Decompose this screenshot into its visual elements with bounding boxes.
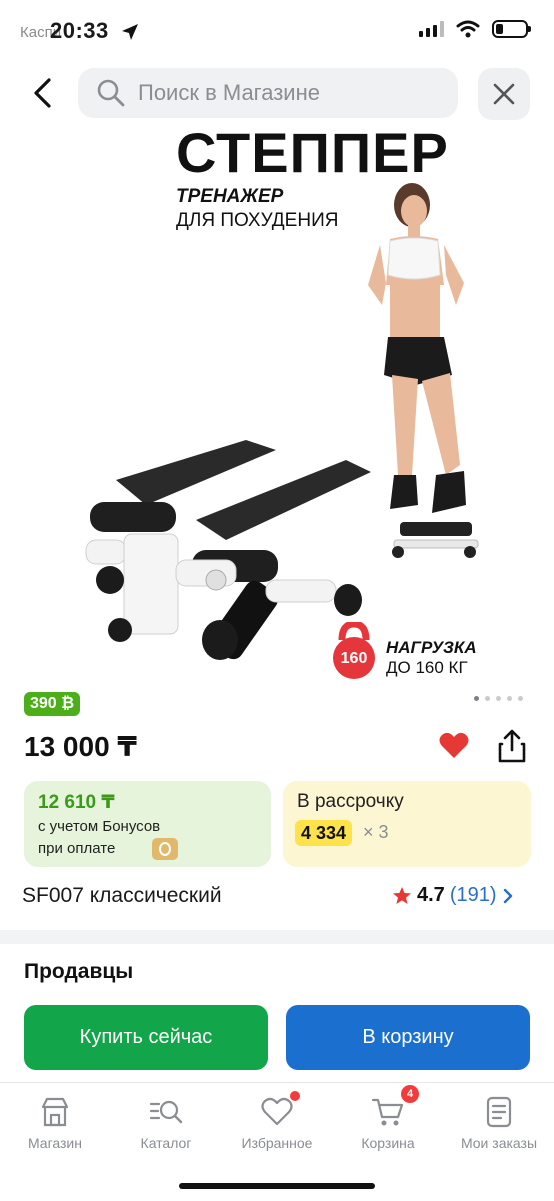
image-subtitle: ДЛЯ ПОХУДЕНИЯ — [176, 210, 339, 231]
location-arrow-icon — [122, 24, 138, 40]
heart-outline-icon — [261, 1097, 293, 1126]
installment-title: В рассрочку — [297, 791, 404, 812]
image-subtitle-bold: ТРЕНАЖЕР — [176, 186, 284, 207]
search-bar[interactable] — [78, 68, 458, 118]
gallery-dot[interactable] — [485, 696, 490, 701]
close-icon — [493, 83, 515, 105]
installment-card[interactable]: В рассрочку 4 334 × 3 — [283, 781, 531, 867]
home-indicator — [179, 1183, 375, 1189]
load-label: НАГРУЗКА — [386, 638, 477, 657]
tab-favorites[interactable]: Избранное — [222, 1091, 332, 1151]
star-icon — [393, 886, 411, 904]
wifi-icon — [456, 20, 480, 38]
product-rating[interactable]: 4.7 (191) — [392, 884, 514, 907]
tab-label: Каталог — [140, 1135, 192, 1151]
back-button[interactable] — [22, 70, 62, 116]
kettlebell-icon: 160 — [330, 620, 378, 680]
tab-label: Корзина — [361, 1135, 415, 1151]
chevron-right-icon — [503, 888, 512, 903]
kettlebell-number: 160 — [340, 650, 368, 667]
gallery-dot[interactable] — [474, 696, 479, 701]
add-to-cart-button[interactable]: В корзину — [286, 1005, 530, 1070]
tab-label: Магазин — [27, 1135, 82, 1151]
gallery-pagination[interactable] — [474, 696, 523, 701]
gallery-dot[interactable] — [507, 696, 512, 701]
search-input[interactable] — [136, 79, 440, 107]
tab-catalog[interactable]: Каталог — [111, 1095, 221, 1151]
small-stepper-illustration — [392, 522, 479, 558]
sellers-heading: Продавцы — [24, 960, 134, 983]
product-image[interactable]: СТЕППЕР ТРЕНАЖЕР ДЛЯ ПОХУДЕНИЯ 160 НАГРУ… — [0, 60, 554, 680]
kaspi-bonus-coin-icon — [152, 838, 178, 860]
reviews-count[interactable]: (191) — [450, 884, 497, 907]
status-icons — [419, 20, 531, 38]
catalog-search-icon — [149, 1100, 183, 1124]
buy-now-button[interactable]: Купить сейчас — [24, 1005, 268, 1070]
favorite-heart-icon[interactable] — [438, 730, 470, 762]
close-button[interactable] — [478, 68, 530, 120]
gallery-dot[interactable] — [496, 696, 501, 701]
cart-count-badge: 4 — [401, 1085, 419, 1103]
status-bar: Каспи 20:33 — [0, 0, 554, 60]
notification-dot — [290, 1091, 300, 1101]
installment-payment: 4 334 — [295, 820, 353, 846]
product-model-name: SF007 классический — [22, 884, 222, 907]
installment-multiplier: × 3 — [363, 822, 389, 842]
bonus-caption-line2: при оплате — [38, 840, 116, 857]
bonus-price: 12 610 ₸ — [38, 792, 115, 813]
bonus-caption-line1: с учетом Бонусов — [38, 818, 161, 835]
product-price: 13 000 ₸ — [24, 731, 137, 762]
bonus-price-card[interactable]: 12 610 ₸ с учетом Бонусов при оплате — [24, 781, 271, 867]
status-time: 20:33 — [50, 18, 109, 43]
orders-icon — [486, 1096, 512, 1128]
share-icon[interactable] — [496, 728, 528, 764]
cart-icon — [371, 1098, 404, 1126]
tab-label: Избранное — [241, 1135, 313, 1151]
battery-icon — [492, 20, 531, 38]
store-icon — [41, 1097, 69, 1127]
tab-label: Мои заказы — [460, 1135, 538, 1151]
chevron-left-icon — [34, 78, 51, 108]
cellular-signal-icon — [419, 21, 444, 37]
bonus-badge: 390 ₿ — [24, 692, 81, 716]
tab-orders[interactable]: Мои заказы — [444, 1095, 554, 1151]
gallery-dot[interactable] — [518, 696, 523, 701]
tab-cart[interactable]: 4 Корзина — [333, 1085, 443, 1151]
tab-store[interactable]: Магазин — [0, 1095, 110, 1151]
load-value: ДО 160 КГ — [386, 658, 468, 677]
search-icon — [97, 79, 125, 107]
section-divider — [0, 930, 554, 944]
rating-value: 4.7 — [417, 884, 445, 906]
